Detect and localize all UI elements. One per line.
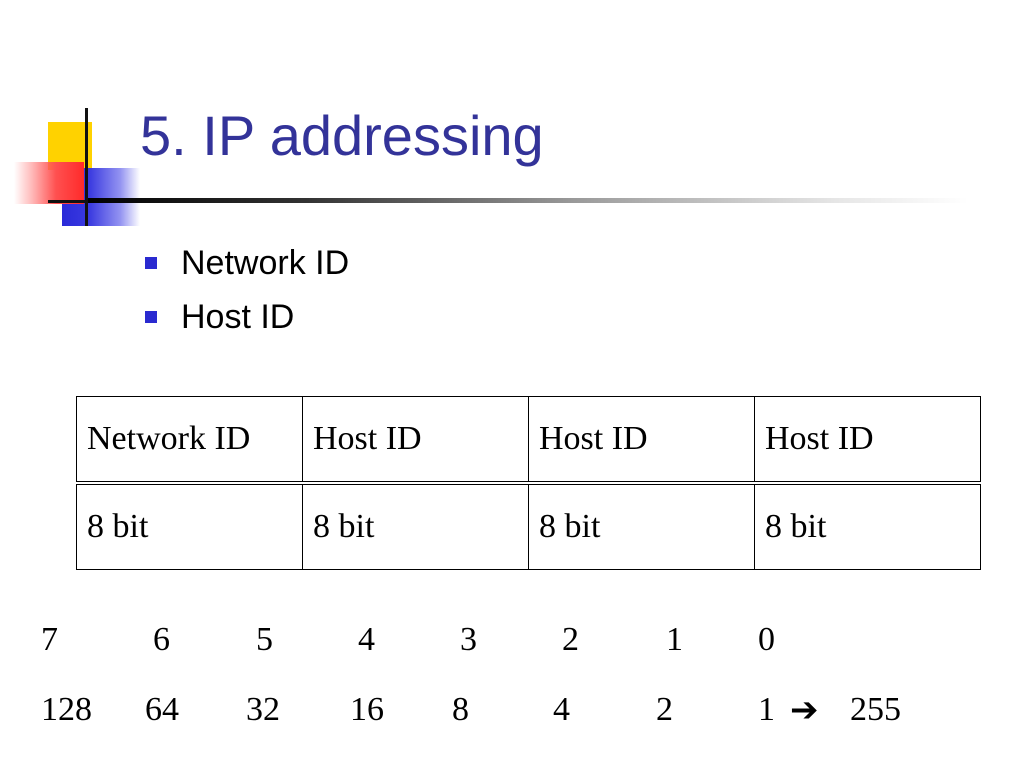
bit-position: 3 (460, 621, 477, 658)
bullet-label: Host ID (181, 297, 295, 336)
arrow-right-icon: ➔ (790, 690, 819, 730)
bit-position: 1 (666, 621, 683, 658)
bit-position: 5 (256, 621, 273, 658)
bullet-label: Network ID (181, 243, 350, 282)
bit-position: 0 (758, 621, 775, 658)
bit-position: 6 (153, 621, 170, 658)
square-bullet-icon (145, 311, 157, 323)
logo-red-square (14, 162, 84, 204)
slide-logo-graphic (10, 108, 140, 233)
table-cell: 8 bit (528, 482, 755, 570)
bit-value-row: 128 64 32 16 8 4 2 1 ➔ 255 (0, 688, 1024, 732)
ip-address-table: Network ID Host ID Host ID Host ID 8 bit… (76, 396, 981, 570)
bit-value: 16 (350, 691, 384, 728)
total-value: 255 (850, 691, 901, 728)
bullet-item: Network ID (145, 236, 349, 290)
table-header-cell: Host ID (528, 396, 755, 485)
bullet-item: Host ID (145, 290, 349, 344)
table-cell: 8 bit (76, 482, 303, 570)
table-header-cell: Network ID (76, 396, 303, 485)
bit-position: 2 (562, 621, 579, 658)
bit-value: 4 (553, 691, 570, 728)
table-row: Network ID Host ID Host ID Host ID (76, 396, 981, 485)
table-cell: 8 bit (754, 482, 981, 570)
bit-value: 64 (145, 691, 179, 728)
bit-position-row: 7 6 5 4 3 2 1 0 (0, 618, 1024, 662)
table-header-cell: Host ID (302, 396, 529, 485)
square-bullet-icon (145, 257, 157, 269)
bullet-list: Network ID Host ID (145, 236, 349, 344)
slide-title: 5. IP addressing (140, 104, 544, 167)
bit-value: 2 (656, 691, 673, 728)
bit-position: 7 (41, 621, 58, 658)
table-header-cell: Host ID (754, 396, 981, 485)
table-row: 8 bit 8 bit 8 bit 8 bit (76, 482, 981, 570)
logo-vertical-line (85, 108, 88, 226)
title-underline (88, 198, 968, 203)
bit-value: 1 (758, 691, 775, 728)
table-cell: 8 bit (302, 482, 529, 570)
bit-value: 128 (41, 691, 92, 728)
bit-value: 8 (452, 691, 469, 728)
bit-position: 4 (358, 621, 375, 658)
bit-value: 32 (246, 691, 280, 728)
